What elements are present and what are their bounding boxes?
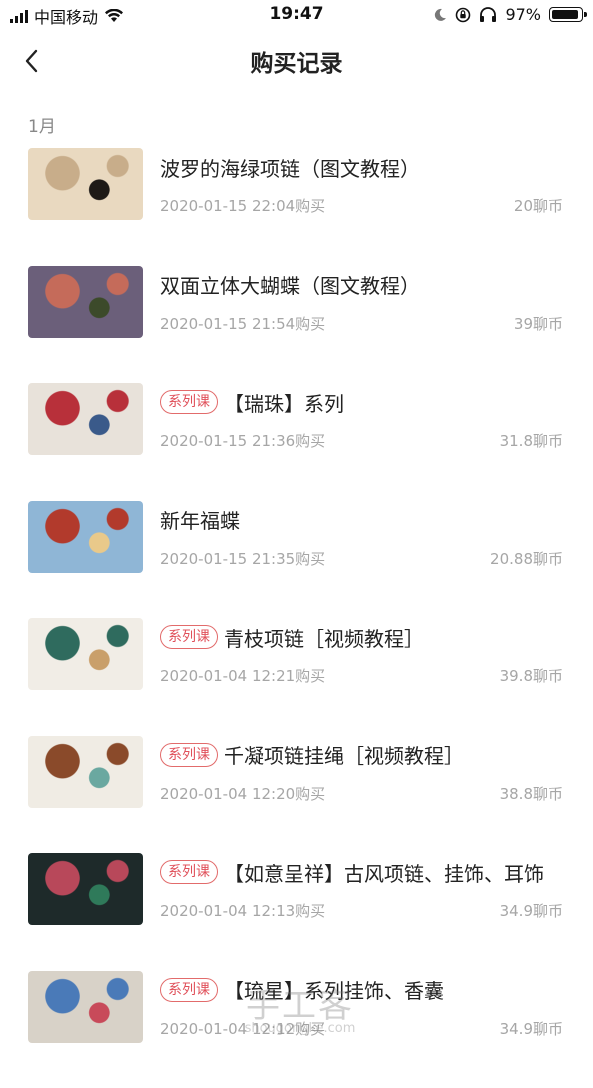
list-item[interactable]: 新年福蝶 2020-01-15 21:35购买 20.88聊币 [0, 501, 593, 619]
purchase-list: 波罗的海绿项链（图文教程） 2020-01-15 22:04购买 20聊币双面立体大… [0, 148, 593, 1088]
item-title[interactable]: 【如意呈祥】古风项链、挂饰、耳饰 [224, 858, 544, 887]
item-title[interactable]: 青枝项链［视频教程］ [224, 623, 424, 652]
item-title-row: 系列课【如意呈祥】古风项链、挂饰、耳饰 [160, 857, 573, 887]
battery-percent: 97% [505, 5, 541, 24]
course-thumbnail[interactable] [28, 853, 143, 925]
course-thumbnail[interactable] [28, 501, 143, 573]
purchase-date: 2020-01-15 21:35购买 [160, 548, 325, 569]
course-thumbnail[interactable] [28, 736, 143, 808]
item-title-row: 双面立体大蝴蝶（图文教程） [160, 270, 573, 300]
purchase-date: 2020-01-04 12:21购买 [160, 665, 325, 686]
purchase-date: 2020-01-04 12:13购买 [160, 900, 325, 921]
watermark-cn: 手工客 [230, 978, 370, 1027]
course-thumbnail[interactable] [28, 148, 143, 220]
item-price: 34.9聊币 [500, 900, 563, 921]
item-title-row: 系列课青枝项链［视频教程］ [160, 622, 573, 652]
list-item[interactable]: 系列课【如意呈祥】古风项链、挂饰、耳饰 2020-01-04 12:13购买 34.… [0, 853, 593, 971]
item-title[interactable]: 双面立体大蝴蝶（图文教程） [160, 270, 420, 299]
moon-icon [433, 8, 447, 22]
list-item[interactable]: 系列课千凝项链挂绳［视频教程］ 2020-01-04 12:20购买 38.8聊币 [0, 736, 593, 854]
status-right: 97% [433, 5, 583, 24]
purchase-date: 2020-01-04 12:20购买 [160, 783, 325, 804]
series-badge: 系列课 [160, 743, 218, 767]
course-thumbnail[interactable] [28, 383, 143, 455]
purchase-date: 2020-01-15 21:54购买 [160, 313, 325, 334]
list-item[interactable]: 系列课【瑞珠】系列 2020-01-15 21:36购买 31.8聊币 [0, 383, 593, 501]
item-price: 20聊币 [514, 195, 563, 216]
series-badge: 系列课 [160, 860, 218, 884]
list-item[interactable]: 双面立体大蝴蝶（图文教程） 2020-01-15 21:54购买 39聊币 [0, 266, 593, 384]
list-item[interactable]: 波罗的海绿项链（图文教程） 2020-01-15 22:04购买 20聊币 [0, 148, 593, 266]
item-price: 31.8聊币 [500, 430, 563, 451]
item-price: 39.8聊币 [500, 665, 563, 686]
item-title-row: 系列课【瑞珠】系列 [160, 387, 573, 417]
item-title[interactable]: 新年福蝶 [160, 505, 240, 534]
month-header: 1月 [28, 112, 56, 137]
item-price: 38.8聊币 [500, 783, 563, 804]
status-bar: 中国移动 19:47 97% [0, 0, 593, 30]
item-price: 20.88聊币 [490, 548, 563, 569]
series-badge: 系列课 [160, 978, 218, 1002]
item-title[interactable]: 千凝项链挂绳［视频教程］ [224, 740, 464, 769]
watermark-en: shougongke.com [230, 1021, 370, 1036]
rotation-lock-icon [455, 7, 471, 23]
item-title-row: 系列课千凝项链挂绳［视频教程］ [160, 740, 573, 770]
course-thumbnail[interactable] [28, 266, 143, 338]
page-title: 购买记录 [0, 44, 593, 78]
battery-icon [549, 7, 583, 22]
series-badge: 系列课 [160, 390, 218, 414]
item-title[interactable]: 波罗的海绿项链（图文教程） [160, 153, 420, 182]
course-thumbnail[interactable] [28, 971, 143, 1043]
navigation-bar: 购买记录 [0, 30, 593, 92]
purchase-date: 2020-01-15 22:04购买 [160, 195, 325, 216]
headphones-icon [479, 7, 497, 23]
watermark: 手工客 shougongke.com [230, 978, 370, 1036]
item-title-row: 新年福蝶 [160, 505, 573, 535]
list-item[interactable]: 系列课青枝项链［视频教程］ 2020-01-04 12:21购买 39.8聊币 [0, 618, 593, 736]
item-title[interactable]: 【瑞珠】系列 [224, 388, 344, 417]
series-badge: 系列课 [160, 625, 218, 649]
item-price: 39聊币 [514, 313, 563, 334]
item-price: 34.9聊币 [500, 1018, 563, 1039]
item-title-row: 波罗的海绿项链（图文教程） [160, 152, 573, 182]
course-thumbnail[interactable] [28, 618, 143, 690]
purchase-date: 2020-01-15 21:36购买 [160, 430, 325, 451]
